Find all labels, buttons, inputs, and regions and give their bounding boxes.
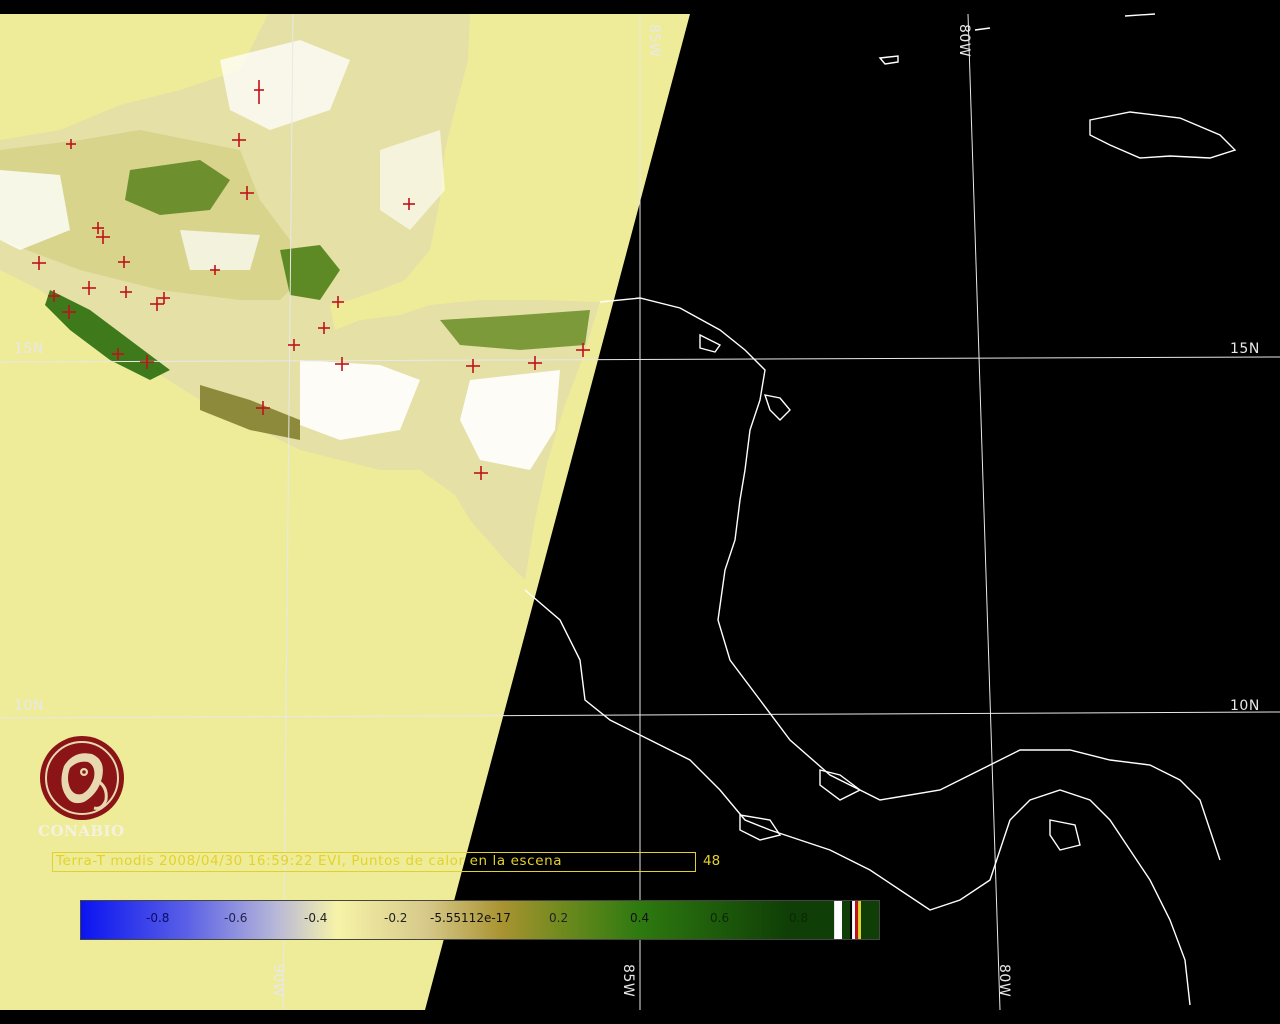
lat-label-15n-right: 15N [1230,341,1260,357]
colorbar-tick: -0.8 [146,911,170,925]
lat-label-10n-right: 10N [1230,698,1260,714]
lat-label-15n-left: 15N [14,341,44,357]
lon-label-80w-top: 80W [956,24,972,58]
lon-label-80w-bottom: 80W [996,964,1012,998]
colorbar-cloud-swatch [834,901,843,939]
colorbar-tick: 0.2 [549,911,569,925]
colorbar-tick: -0.2 [384,911,408,925]
lon-label-85w-top: 85W [646,24,662,58]
hotspot-count: 48 [703,853,721,869]
colorbar-tick: 0.6 [710,911,730,925]
colorbar-tick: -0.6 [224,911,248,925]
lon-label-90w-bottom: 90W [270,964,286,998]
colorbar-tick: -0.4 [304,911,328,925]
lat-label-10n-left: 10N [14,698,44,714]
conabio-logo-text: CONABIO [38,822,125,840]
colorbar-tick: 0.4 [630,911,650,925]
scene-caption: Terra-T modis 2008/04/30 16:59:22 EVI, P… [56,853,563,869]
colorbar-hotspot-swatch [852,901,856,939]
colorbar-tick: -5.55112e-17 [430,911,511,925]
lon-label-85w-bottom: 85W [620,964,636,998]
colorbar-tick: 0.8 [789,911,809,925]
